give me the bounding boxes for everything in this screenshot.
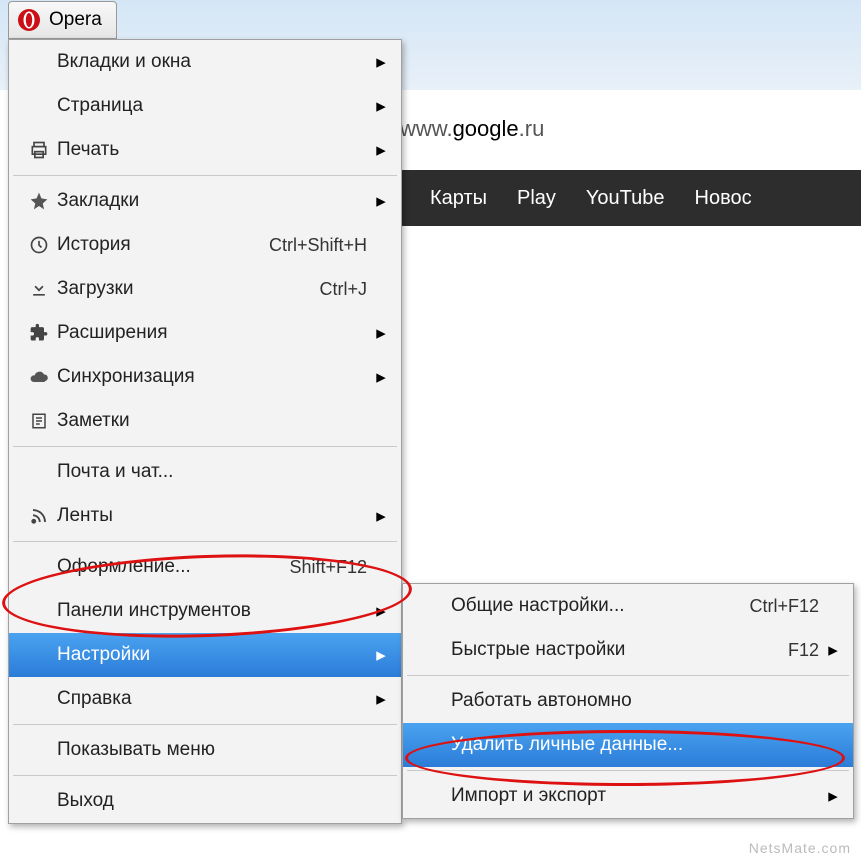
menu-toolbars[interactable]: Панели инструментов ▸	[9, 589, 401, 633]
menu-help[interactable]: Справка ▸	[9, 677, 401, 721]
menu-separator	[13, 541, 397, 542]
menu-sync[interactable]: Синхронизация ▸	[9, 355, 401, 399]
submenu-arrow-icon: ▸	[375, 95, 387, 118]
submenu-delete-private-data[interactable]: Удалить личные данные...	[403, 723, 853, 767]
menu-tabs-windows[interactable]: Вкладки и окна ▸	[9, 40, 401, 84]
download-icon	[21, 279, 57, 299]
submenu-arrow-icon: ▸	[375, 505, 387, 528]
puzzle-icon	[21, 323, 57, 343]
submenu-arrow-icon: ▸	[375, 190, 387, 213]
opera-logo-icon	[17, 8, 41, 32]
clock-icon	[21, 235, 57, 255]
menu-separator	[13, 775, 397, 776]
url-suffix: .ru	[519, 116, 545, 141]
menu-separator	[13, 724, 397, 725]
menu-exit[interactable]: Выход	[9, 779, 401, 823]
menu-mail-chat[interactable]: Почта и чат...	[9, 450, 401, 494]
submenu-import-export[interactable]: Импорт и экспорт ▸	[403, 774, 853, 818]
menu-extensions[interactable]: Расширения ▸	[9, 311, 401, 355]
printer-icon	[21, 140, 57, 160]
nav-link-news[interactable]: Новос	[695, 187, 752, 210]
submenu-arrow-icon: ▸	[375, 366, 387, 389]
nav-link-maps[interactable]: Карты	[430, 187, 487, 210]
menu-page[interactable]: Страница ▸	[9, 84, 401, 128]
submenu-arrow-icon: ▸	[375, 322, 387, 345]
menu-appearance[interactable]: Оформление... Shift+F12	[9, 545, 401, 589]
menu-print[interactable]: Печать ▸	[9, 128, 401, 172]
google-nav-bar: Карты Play YouTube Новос	[400, 170, 861, 226]
star-icon	[21, 191, 57, 211]
nav-link-youtube[interactable]: YouTube	[586, 187, 665, 210]
submenu-arrow-icon: ▸	[375, 688, 387, 711]
submenu-general-settings[interactable]: Общие настройки... Ctrl+F12	[403, 584, 853, 628]
menu-bookmarks[interactable]: Закладки ▸	[9, 179, 401, 223]
feed-icon	[21, 507, 57, 525]
submenu-work-offline[interactable]: Работать автономно	[403, 679, 853, 723]
settings-submenu: Общие настройки... Ctrl+F12 Быстрые наст…	[402, 583, 854, 819]
menu-show-menubar[interactable]: Показывать меню	[9, 728, 401, 772]
url-prefix: www.	[400, 116, 453, 141]
nav-link-play[interactable]: Play	[517, 187, 556, 210]
menu-separator	[13, 175, 397, 176]
url-domain: google	[453, 116, 519, 141]
menu-separator	[13, 446, 397, 447]
submenu-arrow-icon: ▸	[375, 600, 387, 623]
submenu-arrow-icon: ▸	[827, 785, 839, 808]
note-icon	[21, 411, 57, 431]
menu-downloads[interactable]: Загрузки Ctrl+J	[9, 267, 401, 311]
address-bar[interactable]: www.google.ru	[400, 116, 544, 142]
menu-feeds[interactable]: Ленты ▸	[9, 494, 401, 538]
submenu-quick-settings[interactable]: Быстрые настройки F12 ▸	[403, 628, 853, 672]
menu-settings[interactable]: Настройки ▸	[9, 633, 401, 677]
menu-notes[interactable]: Заметки	[9, 399, 401, 443]
submenu-arrow-icon: ▸	[375, 139, 387, 162]
submenu-arrow-icon: ▸	[375, 51, 387, 74]
cloud-icon	[21, 367, 57, 387]
opera-main-menu: Вкладки и окна ▸ Страница ▸ Печать ▸ Зак…	[8, 39, 402, 824]
opera-menu-label: Opera	[49, 9, 102, 31]
opera-menu-button[interactable]: Opera	[8, 1, 117, 39]
menu-separator	[407, 675, 849, 676]
menu-separator	[407, 770, 849, 771]
watermark: NetsMate.com	[749, 840, 851, 856]
submenu-arrow-icon: ▸	[827, 639, 839, 662]
submenu-arrow-icon: ▸	[375, 644, 387, 667]
menu-history[interactable]: История Ctrl+Shift+H	[9, 223, 401, 267]
